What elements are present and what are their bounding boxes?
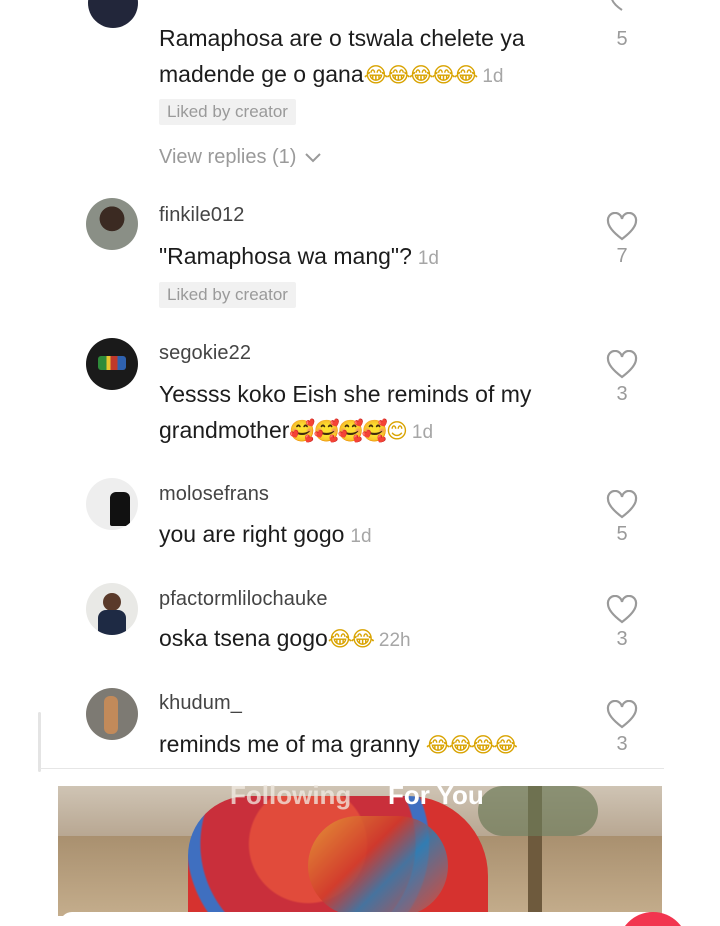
divider: [40, 768, 664, 769]
emoji-laugh: 😂😂: [327, 627, 375, 651]
avatar[interactable]: [86, 338, 138, 390]
avatar[interactable]: [86, 478, 138, 530]
like-count: 7: [616, 245, 628, 267]
comment-text: Yessss koko Eish she reminds of my grand…: [159, 376, 579, 451]
view-replies-link[interactable]: View replies (1): [159, 146, 322, 169]
feed-tabs: Following For You: [0, 780, 720, 820]
emoji-smiling-hearts: 🥰🥰🥰🥰😊: [289, 419, 407, 443]
comment-username[interactable]: khudum_: [159, 692, 242, 715]
emoji-laugh: 😂😂😂😂😂: [363, 63, 479, 87]
comment-text: "Ramaphosa wa mang"? 1d: [159, 238, 599, 277]
liked-by-creator-badge: Liked by creator: [159, 282, 296, 308]
avatar[interactable]: [86, 198, 138, 250]
heart-icon[interactable]: [606, 490, 638, 520]
tab-for-you[interactable]: For You: [388, 780, 484, 811]
comment-text: oska tsena gogo😂😂 22h: [159, 620, 599, 659]
comment-time: 1d: [350, 526, 372, 547]
heart-icon[interactable]: [606, 0, 638, 12]
heart-icon[interactable]: [606, 350, 638, 380]
view-replies-label: View replies (1): [159, 146, 297, 168]
heart-icon[interactable]: [606, 595, 638, 625]
comment-text: reminds me of ma granny 😂😂😂😂: [159, 726, 599, 763]
comment-username[interactable]: pfactormlilochauke: [159, 588, 328, 611]
comment-body: reminds me of ma granny: [159, 731, 420, 757]
like-count: 3: [616, 383, 628, 405]
heart-icon[interactable]: [606, 700, 638, 730]
like-count: 5: [616, 28, 628, 50]
avatar[interactable]: [88, 0, 138, 28]
comment-time: 1d: [417, 248, 439, 269]
avatar[interactable]: [86, 688, 138, 740]
like-count: 3: [616, 628, 628, 650]
comment-time: 1d: [482, 66, 504, 87]
comment-text: Ramaphosa are o tswala chelete ya madend…: [159, 20, 589, 95]
emoji-laugh: 😂😂😂😂: [425, 733, 518, 757]
bottom-sheet: [60, 912, 660, 926]
liked-by-creator-badge: Liked by creator: [159, 99, 296, 125]
sheet-edge: [38, 712, 41, 772]
avatar[interactable]: [86, 583, 138, 635]
comment-username[interactable]: finkile012: [159, 204, 245, 227]
comment-body: oska tsena gogo: [159, 625, 328, 651]
like-count: 5: [616, 523, 628, 545]
comment-body: you are right gogo: [159, 521, 345, 547]
comment-text: you are right gogo 1d: [159, 516, 599, 555]
chevron-down-icon: [305, 153, 321, 163]
comment-username[interactable]: molosefrans: [159, 483, 269, 506]
comment-username[interactable]: segokie22: [159, 342, 251, 365]
heart-icon[interactable]: [606, 212, 638, 242]
comment-time: 1d: [411, 422, 434, 443]
tab-following[interactable]: Following: [230, 780, 351, 811]
comment-body: "Ramaphosa wa mang"?: [159, 243, 412, 269]
like-count: 3: [616, 733, 628, 755]
comment-time: 22h: [378, 630, 411, 651]
